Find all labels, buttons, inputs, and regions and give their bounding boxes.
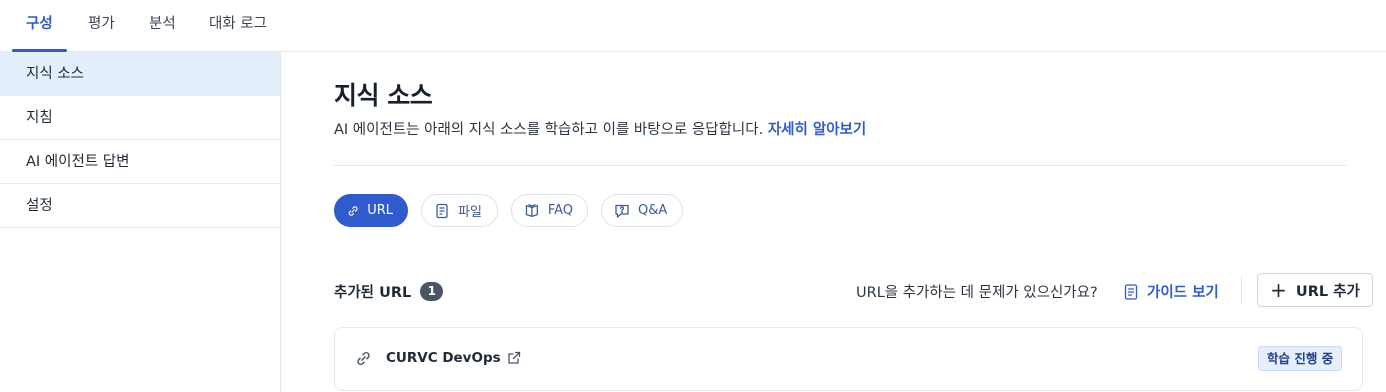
top-tab-bar: 구성 평가 분석 대화 로그 (0, 0, 1386, 52)
external-link-icon[interactable] (507, 351, 521, 365)
page-description: AI 에이전트는 아래의 지식 소스를 학습하고 이를 바탕으로 응답합니다. … (334, 118, 866, 139)
sidebar-item-instructions[interactable]: 지침 (0, 96, 280, 140)
description-text: AI 에이전트는 아래의 지식 소스를 학습하고 이를 바탕으로 응답합니다. (334, 122, 764, 138)
source-type-faq-label: FAQ (547, 203, 573, 218)
tab-evaluation[interactable]: 평가 (88, 0, 115, 52)
source-type-url-label: URL (367, 203, 393, 218)
sidebar-item-knowledge-sources[interactable]: 지식 소스 (0, 52, 280, 96)
source-type-file-chip[interactable]: 파일 (421, 194, 498, 227)
guide-link-label: 가이드 보기 (1147, 285, 1219, 301)
link-icon (348, 205, 358, 216)
learn-more-link[interactable]: 자세히 알아보기 (768, 122, 866, 138)
help-text: URL을 추가하는 데 문제가 있으신가요? (856, 285, 1098, 301)
source-type-qa-label: Q&A (638, 203, 668, 218)
count-badge: 1 (420, 282, 444, 301)
list-item[interactable]: CURVC DevOps 학습 진행 중 (334, 327, 1363, 391)
sidebar: 지식 소스 지침 AI 에이전트 답변 설정 (0, 52, 281, 392)
file-icon (436, 203, 448, 218)
url-name-text: CURVC DevOps (386, 350, 501, 366)
sidebar-item-ai-agent-answers[interactable]: AI 에이전트 답변 (0, 140, 280, 184)
guide-link[interactable]: 가이드 보기 (1124, 281, 1219, 302)
divider (334, 165, 1346, 166)
source-type-file-label: 파일 (458, 205, 482, 220)
source-type-url-chip[interactable]: URL (334, 194, 408, 227)
plus-icon: + (1270, 278, 1287, 302)
page-title: 지식 소스 (334, 81, 433, 110)
tab-configuration[interactable]: 구성 (12, 0, 67, 52)
url-name: CURVC DevOps (386, 350, 521, 366)
link-icon (357, 351, 370, 366)
tab-analytics[interactable]: 분석 (149, 0, 176, 52)
add-url-button[interactable]: + URL 추가 (1257, 273, 1373, 307)
added-urls-heading: 추가된 URL 1 (334, 281, 444, 302)
status-badge: 학습 진행 중 (1258, 346, 1343, 371)
book-icon (525, 203, 538, 217)
document-icon (1124, 283, 1138, 300)
add-url-button-label: URL 추가 (1295, 283, 1360, 300)
added-urls-label: 추가된 URL (334, 285, 412, 301)
source-type-faq-chip[interactable]: FAQ (511, 194, 588, 227)
chat-icon (615, 204, 629, 218)
tab-conversation-logs[interactable]: 대화 로그 (209, 0, 267, 52)
source-type-qa-chip[interactable]: Q&A (601, 194, 683, 227)
sidebar-item-settings[interactable]: 설정 (0, 184, 280, 228)
vertical-divider (1241, 276, 1242, 304)
